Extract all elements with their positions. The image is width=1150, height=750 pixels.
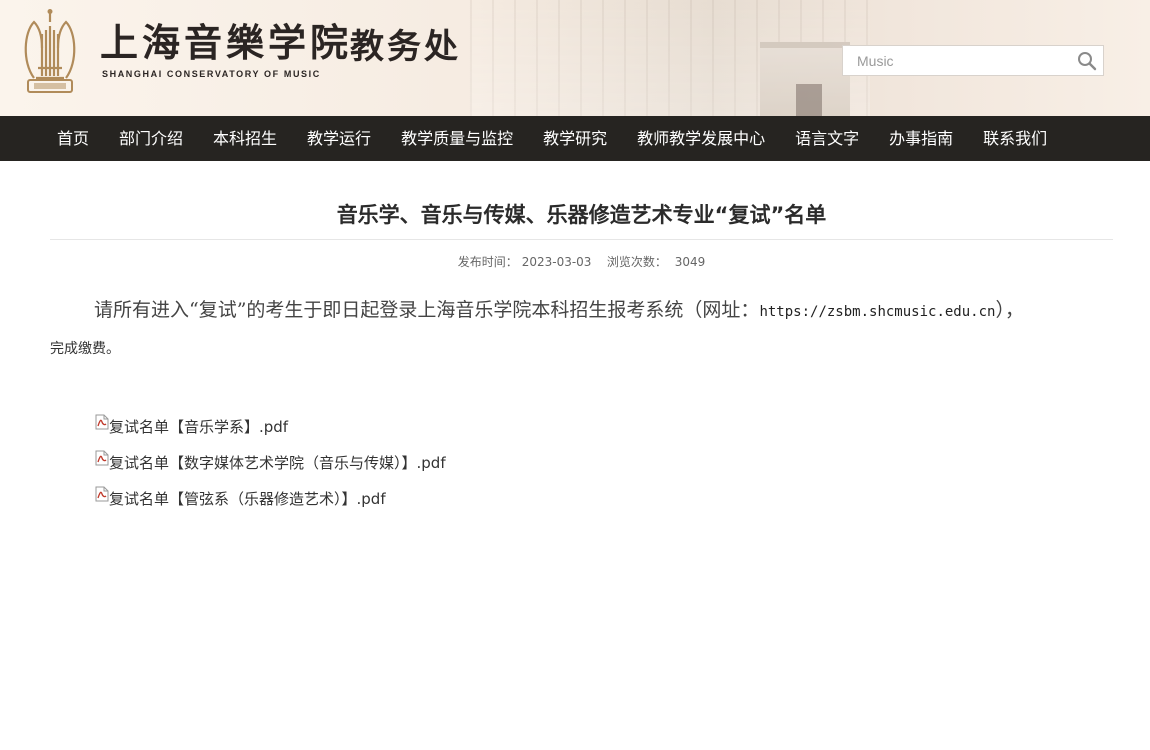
search-input[interactable] xyxy=(843,46,1068,75)
views-count: 3049 xyxy=(674,255,706,269)
publish-label: 发布时间： xyxy=(457,255,518,269)
attachment-label[interactable]: 复试名单【数字媒体艺术学院（音乐与传媒）】.pdf xyxy=(109,452,446,473)
attachment-link[interactable]: 复试名单【管弦系（乐器修造艺术）】.pdf xyxy=(95,480,446,516)
views-label: 浏览次数： xyxy=(606,255,667,269)
nav-item-department-intro[interactable]: 部门介绍 xyxy=(104,116,198,161)
attachment-link[interactable]: 复试名单【音乐学系】.pdf xyxy=(95,408,446,444)
attachment-link[interactable]: 复试名单【数字媒体艺术学院（音乐与传媒）】.pdf xyxy=(95,444,446,480)
nav-item-quality-monitoring[interactable]: 教学质量与监控 xyxy=(386,116,528,161)
nav-item-faculty-development[interactable]: 教师教学发展中心 xyxy=(622,116,780,161)
header-background-photo xyxy=(470,0,870,116)
nav-item-undergrad-admission[interactable]: 本科招生 xyxy=(198,116,292,161)
site-header: 上海音樂学院 SHANGHAI CONSERVATORY OF MUSIC 教务… xyxy=(0,0,1150,116)
nav-item-teaching-operation[interactable]: 教学运行 xyxy=(292,116,386,161)
attachment-list: 复试名单【音乐学系】.pdf 复试名单【数字媒体艺术学院（音乐与传媒）】.pdf… xyxy=(95,408,446,516)
pdf-icon xyxy=(95,414,109,430)
search-icon[interactable] xyxy=(1077,51,1097,71)
body-text-part2: ）， xyxy=(995,299,1024,321)
title-divider xyxy=(50,239,1113,240)
school-name-cn: 上海音樂学院 xyxy=(100,20,353,65)
body-paragraph: 请所有进入“复试”的考生于即日起登录上海音乐学院本科招生报考系统（网址：http… xyxy=(50,294,1120,328)
building-tower xyxy=(760,42,850,116)
article-meta: 发布时间： 2023-03-03 浏览次数： 3049 xyxy=(50,254,1113,270)
pdf-icon xyxy=(95,450,109,466)
department-name: 教务处 xyxy=(350,27,461,67)
system-url: https://zsbm.shcmusic.edu.cn xyxy=(759,304,996,320)
main-nav: 首页 部门介绍 本科招生 教学运行 教学质量与监控 教学研究 教师教学发展中心 … xyxy=(0,116,1150,161)
nav-item-teaching-research[interactable]: 教学研究 xyxy=(528,116,622,161)
nav-item-language[interactable]: 语言文字 xyxy=(780,116,874,161)
school-name-en: SHANGHAI CONSERVATORY OF MUSIC xyxy=(102,69,321,79)
pdf-icon xyxy=(95,486,109,502)
article-title: 音乐学、音乐与传媒、乐器修造艺术专业“复试”名单 xyxy=(336,203,827,227)
body-paragraph-continued: 完成缴费。 xyxy=(50,341,120,357)
nav-item-home[interactable]: 首页 xyxy=(42,116,104,161)
search-box xyxy=(842,45,1104,76)
nav-item-contact[interactable]: 联系我们 xyxy=(968,116,1062,161)
article-body: 请所有进入“复试”的考生于即日起登录上海音乐学院本科招生报考系统（网址：http… xyxy=(50,294,1120,360)
nav-item-service-guide[interactable]: 办事指南 xyxy=(874,116,968,161)
publish-date: 2023-03-03 xyxy=(521,255,592,269)
body-text-part1: 请所有进入“复试”的考生于即日起登录上海音乐学院本科招生报考系统（网址： xyxy=(94,299,760,321)
attachment-label[interactable]: 复试名单【音乐学系】.pdf xyxy=(109,416,288,437)
attachment-label[interactable]: 复试名单【管弦系（乐器修造艺术）】.pdf xyxy=(109,488,386,509)
lyre-logo-icon[interactable] xyxy=(20,8,80,96)
